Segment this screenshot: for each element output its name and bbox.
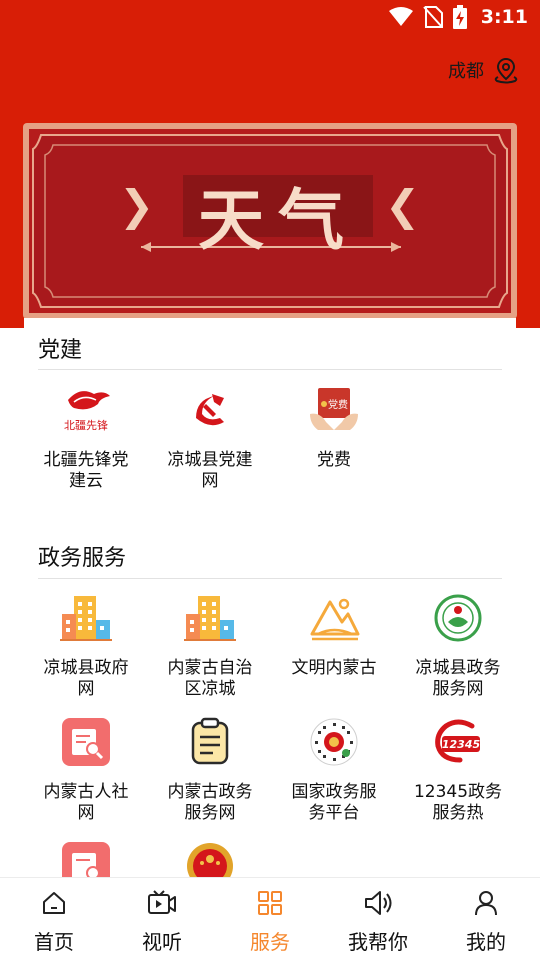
party-emblem-icon <box>182 382 238 438</box>
service-label: 内蒙古政务服务网 <box>167 782 253 823</box>
section-divider <box>38 578 502 579</box>
service-item-party-fee[interactable]: 党费 党费 <box>272 382 396 471</box>
location-city: 成都 <box>448 61 484 82</box>
party-fee-icon: 党费 <box>306 382 362 438</box>
hotline-12345-icon: 12345 <box>430 714 486 770</box>
tab-home[interactable]: 首页 <box>0 878 108 960</box>
clipboard-icon <box>182 714 238 770</box>
location-pin-icon <box>494 57 518 84</box>
banner-title: 天气 <box>198 182 358 259</box>
grid-icon <box>255 888 285 918</box>
service-item-nmg-gov-service[interactable]: 内蒙古政务服务网 <box>148 714 272 824</box>
tab-mine[interactable]: 我的 <box>432 878 540 960</box>
service-item-national-gov-platform[interactable]: 国家政务服务平台 <box>272 714 396 824</box>
status-bar: 3:11 <box>0 0 540 36</box>
home-icon <box>39 888 69 918</box>
service-label: 内蒙古人社网 <box>43 782 129 823</box>
service-item-partial[interactable] <box>24 838 148 878</box>
service-item-liangcheng-gov[interactable]: 凉城县政府网 <box>24 590 148 700</box>
service-label: 国家政务服务平台 <box>291 782 377 823</box>
national-emblem-icon <box>182 838 238 878</box>
services-panel: 党建 北疆先锋 北疆先锋党建云 凉城县党建网 党费 党费 政务服务 凉城县政府网… <box>24 318 516 878</box>
svg-text:北疆先锋: 北疆先锋 <box>64 419 108 432</box>
service-item-partial[interactable] <box>148 838 272 878</box>
tab-services[interactable]: 服务 <box>216 878 324 960</box>
buildings-icon <box>182 590 238 646</box>
service-label: 党费 <box>317 450 351 470</box>
video-icon <box>147 888 177 918</box>
document-search-icon <box>58 714 114 770</box>
tab-label: 我的 <box>466 930 506 954</box>
buildings-icon <box>58 590 114 646</box>
qr-code-icon <box>306 714 362 770</box>
tab-label: 首页 <box>34 930 74 954</box>
tab-label: 服务 <box>250 930 290 954</box>
tab-label: 我帮你 <box>348 930 408 954</box>
tab-help-you[interactable]: 我帮你 <box>324 878 432 960</box>
section-divider <box>38 369 502 370</box>
tab-label: 视听 <box>142 930 182 954</box>
beijiang-xianfeng-logo-icon: 北疆先锋 <box>58 382 114 438</box>
bottom-tab-bar: 首页 视听 服务 我帮你 我的 <box>0 877 540 960</box>
wifi-icon <box>388 7 413 26</box>
status-icons: 3:11 <box>388 5 528 29</box>
service-item-12345-hotline[interactable]: 12345 12345政务服务热 <box>396 714 516 824</box>
service-label: 北疆先锋党建云 <box>43 450 129 491</box>
service-label: 凉城县党建网 <box>167 450 253 491</box>
battery-charging-icon <box>452 5 467 29</box>
service-label: 12345政务服务热 <box>413 782 503 823</box>
speaker-icon <box>363 888 393 918</box>
status-time: 3:11 <box>480 6 528 28</box>
banner-left-chevron: ❯ <box>119 181 155 230</box>
service-item-liangcheng-party[interactable]: 凉城县党建网 <box>148 382 272 492</box>
tab-video[interactable]: 视听 <box>108 878 216 960</box>
section-title-gov-services: 政务服务 <box>38 546 127 571</box>
user-icon <box>471 888 501 918</box>
service-item-nmg-liangcheng[interactable]: 内蒙古自治区凉城 <box>148 590 272 700</box>
service-label: 凉城县政务服务网 <box>415 658 501 699</box>
service-label: 凉城县政府网 <box>43 658 129 699</box>
svg-text:党费: 党费 <box>328 398 348 411</box>
service-item-nmg-renshe[interactable]: 内蒙古人社网 <box>24 714 148 824</box>
service-item-beijiang[interactable]: 北疆先锋 北疆先锋党建云 <box>24 382 148 492</box>
section-title-party: 党建 <box>38 338 83 363</box>
banner-right-chevron: ❮ <box>385 181 421 230</box>
service-label: 内蒙古自治区凉城 <box>167 658 253 699</box>
weather-banner[interactable]: ❯ ❮ 天气 <box>23 123 517 319</box>
no-sim-icon <box>422 6 443 28</box>
mountain-icon <box>306 590 362 646</box>
service-item-wenming-nmg[interactable]: 文明内蒙古 <box>272 590 396 679</box>
service-label: 文明内蒙古 <box>291 658 377 678</box>
service-item-liangcheng-gov-service[interactable]: 凉城县政务服务网 <box>396 590 516 700</box>
location-selector[interactable]: 成都 <box>448 56 520 84</box>
document-search-icon <box>58 838 114 878</box>
green-seal-icon <box>430 590 486 646</box>
svg-text:12345: 12345 <box>442 738 481 751</box>
